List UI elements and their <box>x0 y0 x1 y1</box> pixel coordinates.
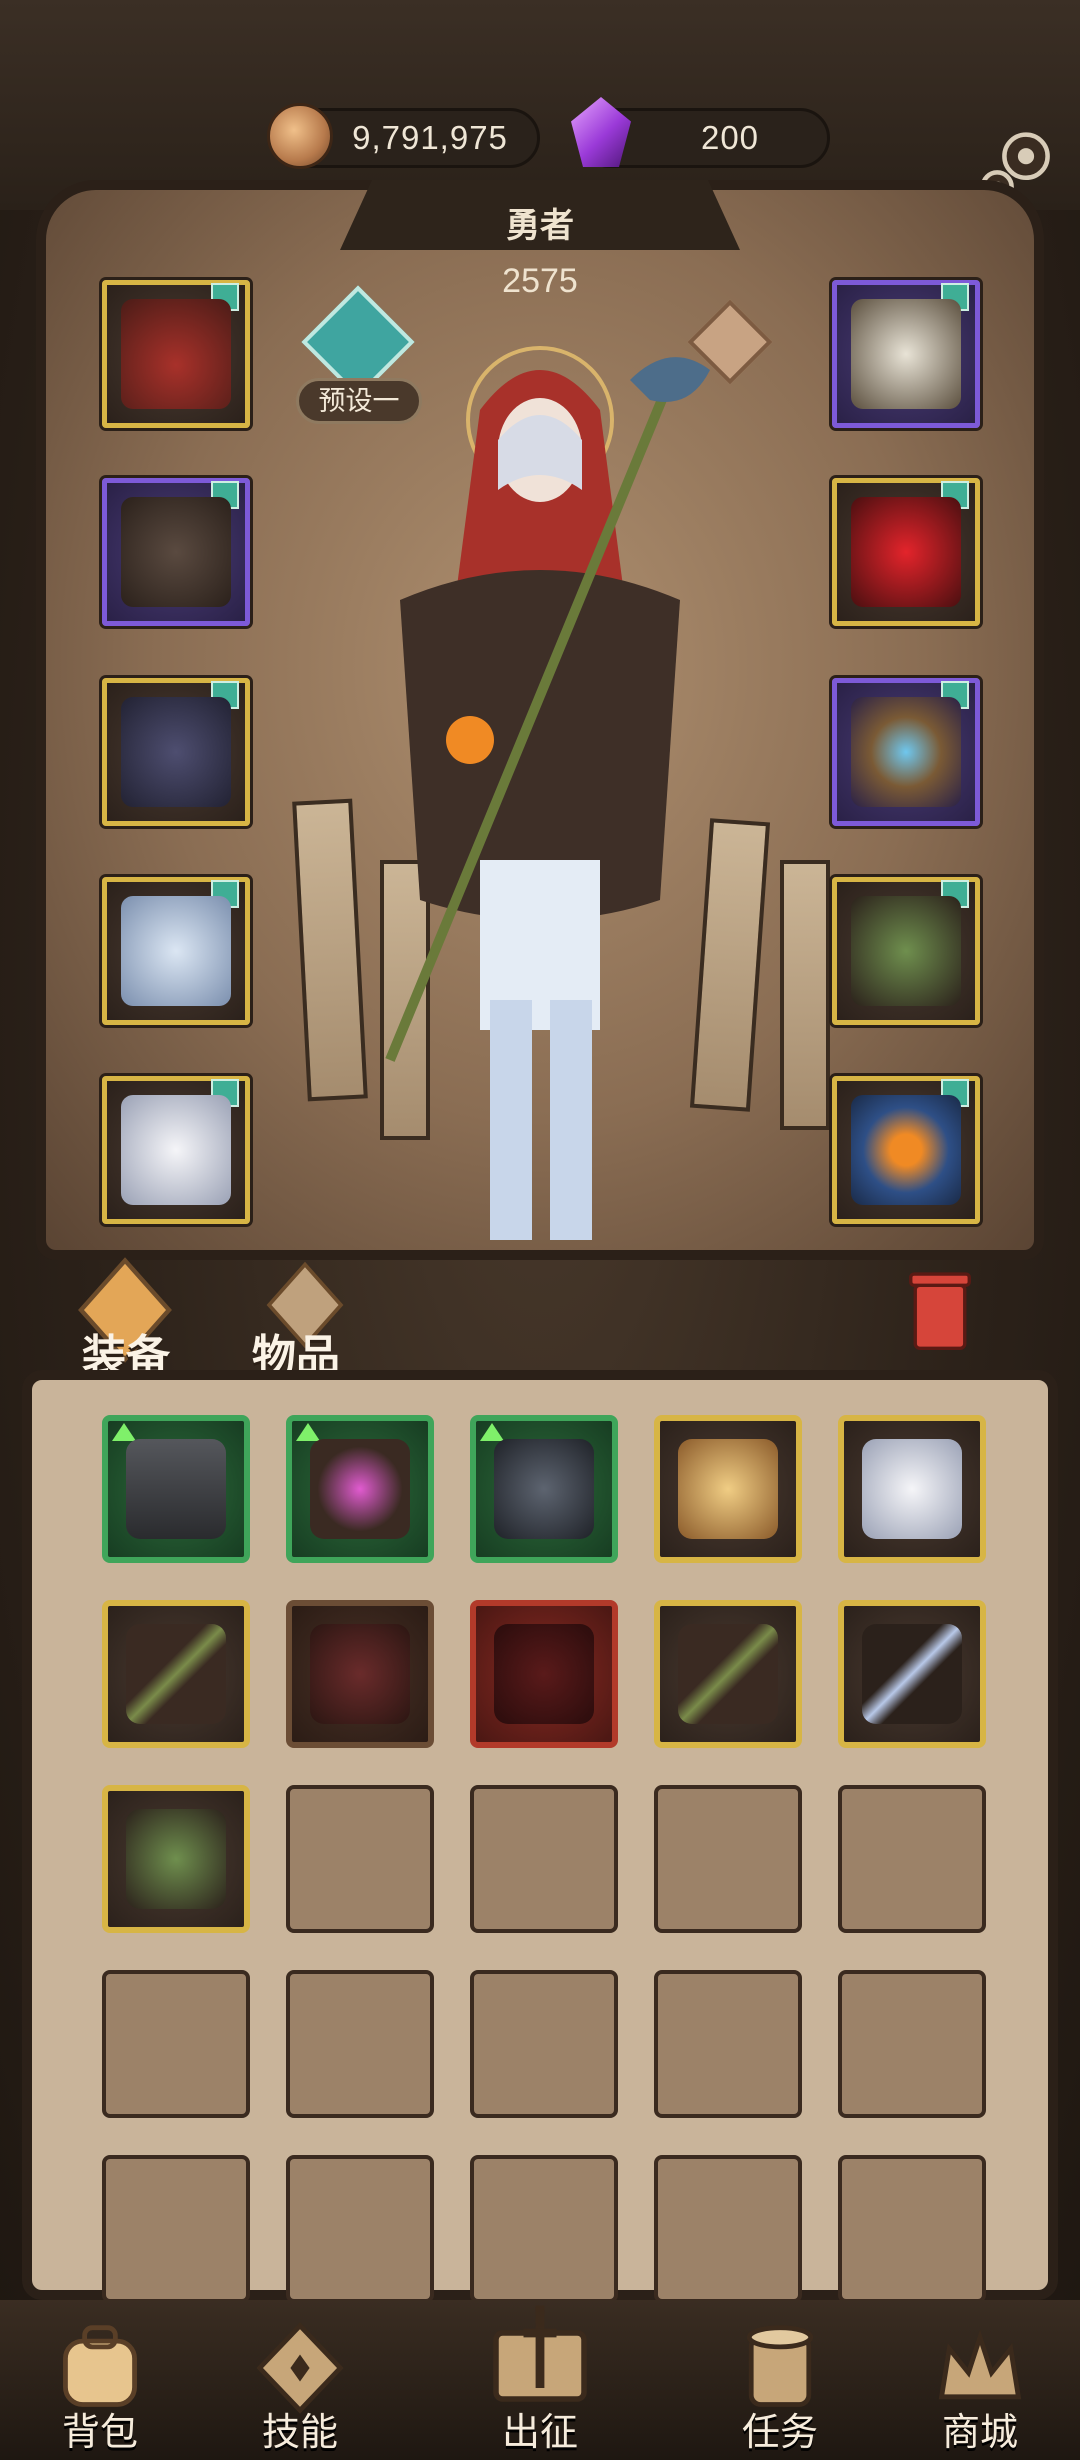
wood-plank <box>780 860 830 1130</box>
trash-icon[interactable] <box>905 1265 975 1355</box>
empty-inventory-slot[interactable] <box>286 1970 434 2118</box>
inventory-slot[interactable] <box>838 1600 986 1748</box>
nav-backpack[interactable]: 背包 <box>0 2300 200 2460</box>
equip-slot-ring[interactable] <box>832 678 980 826</box>
empty-inventory-slot[interactable] <box>286 1785 434 1933</box>
expedition-map-icon <box>493 2305 587 2402</box>
upgrade-arrow-icon <box>112 1423 136 1441</box>
lightning-charm-icon <box>862 1624 962 1724</box>
blue-gem-ring-icon <box>851 697 961 807</box>
inventory-slot[interactable] <box>102 1785 250 1933</box>
nav-quests[interactable]: 任务 <box>680 2300 880 2460</box>
white-skirt-icon <box>121 896 231 1006</box>
dark-rune-shield-icon <box>494 1624 594 1724</box>
empty-inventory-slot[interactable] <box>838 2155 986 2303</box>
shield-amulet-icon <box>851 299 961 409</box>
backpack-screen: 9,791,975 200 勇者 2575 预设一 装备 物品 背包 技能 出征… <box>0 0 1080 2460</box>
winged-boots-icon <box>862 1439 962 1539</box>
gold-coin-icon <box>267 103 333 169</box>
nav-label: 任务 <box>741 2412 818 2454</box>
winged-boots-icon <box>121 1095 231 1205</box>
orb-tome-icon <box>851 1095 961 1205</box>
inventory-slot[interactable] <box>470 1415 618 1563</box>
upgrade-arrow-icon <box>296 1423 320 1441</box>
empty-inventory-slot[interactable] <box>470 1785 618 1933</box>
equip-slot-helm[interactable] <box>832 478 980 626</box>
upgrade-arrow-icon <box>480 1423 504 1441</box>
empty-inventory-slot[interactable] <box>286 2155 434 2303</box>
inventory-slot[interactable] <box>286 1415 434 1563</box>
equip-slot-weapon[interactable] <box>832 877 980 1025</box>
inventory-slot[interactable] <box>102 1415 250 1563</box>
golden-greaves-icon <box>678 1439 778 1539</box>
empty-inventory-slot[interactable] <box>102 1970 250 2118</box>
dark-gauntlet-icon <box>121 697 231 807</box>
equip-slot-head[interactable] <box>102 280 250 428</box>
equip-slot-amulet[interactable] <box>832 280 980 428</box>
empty-inventory-slot[interactable] <box>654 1970 802 2118</box>
gem-counter[interactable]: 200 <box>571 97 830 168</box>
inventory-slot[interactable] <box>654 1600 802 1748</box>
leather-bracer-icon <box>310 1624 410 1724</box>
wolf-helm-icon <box>494 1439 594 1539</box>
inventory-slot[interactable] <box>654 1415 802 1563</box>
gold-counter[interactable]: 9,791,975 <box>267 103 540 169</box>
inventory-slot[interactable] <box>838 1415 986 1563</box>
nav-label: 技能 <box>261 2412 338 2454</box>
empty-inventory-slot[interactable] <box>470 2155 618 2303</box>
inventory-slot[interactable] <box>102 1600 250 1748</box>
empty-inventory-slot[interactable] <box>470 1970 618 2118</box>
inventory-slot[interactable] <box>470 1600 618 1748</box>
empty-inventory-slot[interactable] <box>654 2155 802 2303</box>
crimson-helm-icon <box>851 497 961 607</box>
red-cloak-hood-icon <box>121 299 231 409</box>
equip-slot-chest[interactable] <box>102 478 250 626</box>
empty-inventory-slot[interactable] <box>838 1785 986 1933</box>
top-frame <box>0 0 1080 210</box>
empty-inventory-slot[interactable] <box>838 1970 986 2118</box>
thorn-staff-icon <box>851 896 961 1006</box>
nav-skills[interactable]: 技能 <box>200 2300 400 2460</box>
equip-slot-feet[interactable] <box>102 1076 250 1224</box>
equip-slot-hands[interactable] <box>102 678 250 826</box>
nav-label: 商城 <box>941 2412 1018 2454</box>
gem-scepter-icon <box>310 1439 410 1539</box>
iron-pauldron-icon <box>126 1439 226 1539</box>
inventory-grid <box>22 1370 1058 2303</box>
inventory-slot[interactable] <box>286 1600 434 1748</box>
nav-label: 出征 <box>501 2412 578 2454</box>
fur-mantle-icon <box>121 497 231 607</box>
hero-name: 勇者 <box>506 207 574 245</box>
empty-inventory-slot[interactable] <box>654 1785 802 1933</box>
empty-inventory-slot[interactable] <box>102 2155 250 2303</box>
thorn-staff-icon <box>126 1809 226 1909</box>
hero-character-portrait <box>385 346 710 1240</box>
equip-slot-legs[interactable] <box>102 877 250 1025</box>
nav-expedition[interactable]: 出征 <box>440 2300 640 2460</box>
nav-shop[interactable]: 商城 <box>880 2300 1080 2460</box>
thorn-wand-icon <box>126 1624 226 1724</box>
thorn-wand-icon <box>678 1624 778 1724</box>
equip-slot-offhand[interactable] <box>832 1076 980 1224</box>
nav-label: 背包 <box>61 2412 138 2454</box>
